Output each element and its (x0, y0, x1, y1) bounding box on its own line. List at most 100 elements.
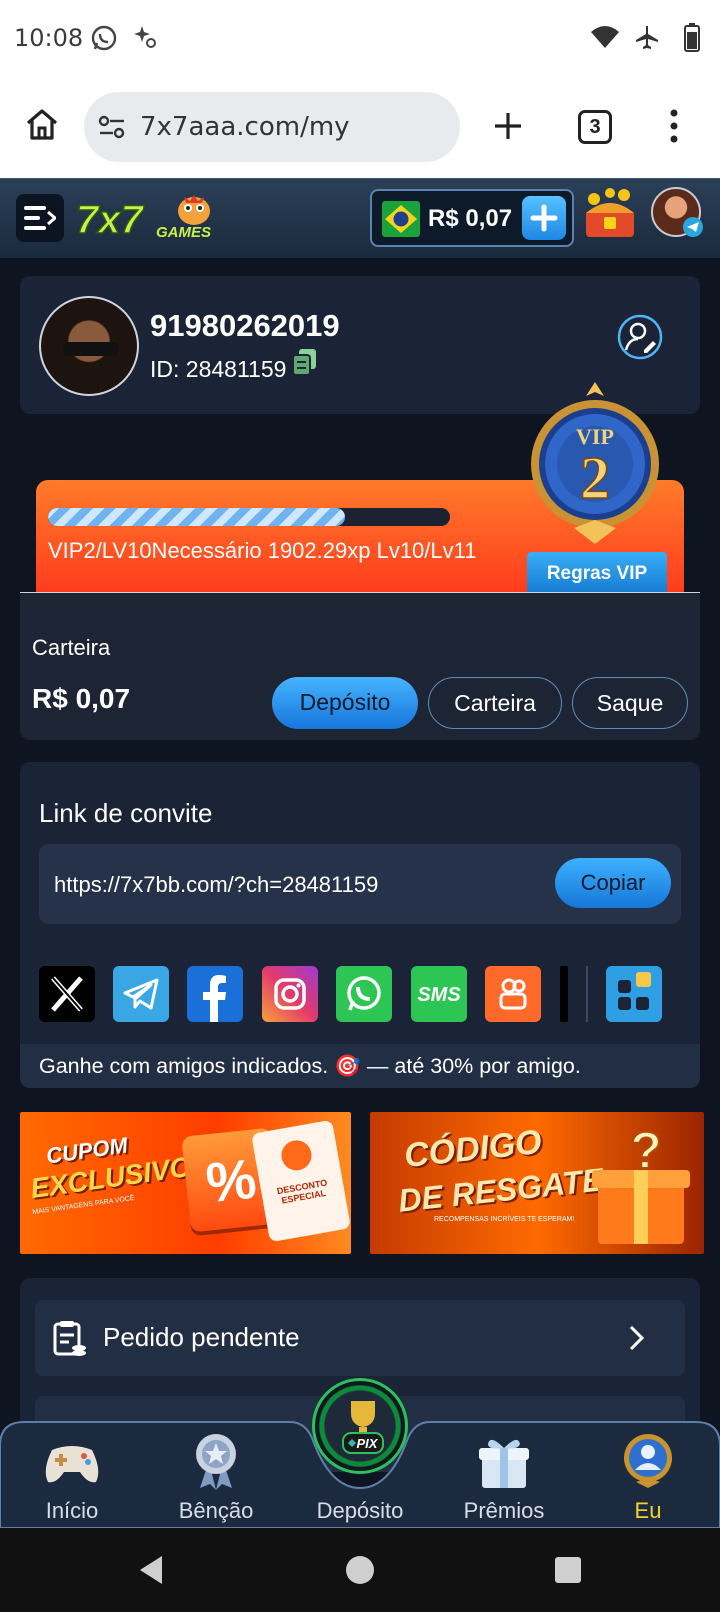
recents-icon[interactable] (554, 1556, 582, 1584)
pending-orders-icon (53, 1321, 86, 1356)
nav-deposit[interactable]: PIX Depósito (300, 1378, 420, 1528)
wallet-label: Carteira (32, 635, 111, 660)
share-hidden-button[interactable] (560, 966, 568, 1022)
share-instagram-button[interactable] (262, 966, 318, 1022)
more-options-icon[interactable] (668, 108, 680, 144)
invite-link-text[interactable]: https://7x7bb.com/?ch=28481159 (54, 872, 378, 898)
x-icon (51, 976, 83, 1012)
gift-box-icon: ? (592, 1121, 690, 1244)
home-circle-icon[interactable] (344, 1554, 376, 1586)
profile-crest-icon (624, 1434, 672, 1488)
kwai-icon (499, 978, 527, 1010)
user-avatar-small[interactable] (651, 187, 703, 237)
android-navigation-bar (0, 1528, 720, 1612)
share-more-button[interactable] (606, 966, 662, 1022)
profile-id-text: ID: 28481159 (150, 356, 287, 382)
facebook-icon (203, 975, 226, 1022)
nav-home-label: Início (45, 1498, 99, 1523)
sms-icon: SMS (417, 984, 461, 1006)
medal-icon (196, 1434, 236, 1490)
header-balance-amount: R$ 0,07 (428, 205, 513, 232)
site-header: 7x7 GAMES R$ 0,07 (0, 178, 720, 258)
share-divider (586, 966, 588, 1022)
svg-text:%: % (203, 1147, 259, 1215)
profile-avatar[interactable] (39, 296, 139, 396)
invite-note: Ganhe com amigos indicados. 🎯 — até 30% … (20, 1044, 700, 1088)
tab-switcher-button[interactable]: 3 (578, 110, 612, 144)
assistant-icon (134, 26, 156, 48)
treasure-chest-icon[interactable] (580, 183, 640, 243)
browser-toolbar: 7x7aaa.com/my 3 (0, 78, 720, 178)
wallet-section: Carteira R$ 0,07 Depósito Carteira Saque (20, 592, 700, 740)
header-deposit-button[interactable] (522, 196, 566, 240)
sms-label: SMS (417, 984, 461, 1006)
withdraw-button[interactable]: Saque (572, 677, 688, 729)
redeem-code-banner[interactable]: CÓDIGO DE RESGATE RECOMPENSAS INCRÍVEIS … (370, 1112, 704, 1254)
code-subtitle: RECOMPENSAS INCRÍVEIS TE ESPERAM! (434, 1216, 575, 1223)
sunglasses-shape (63, 342, 119, 356)
profile-username: 91980262019 (150, 308, 340, 343)
invite-section: Link de convite https://7x7bb.com/?ch=28… (20, 762, 700, 1088)
nav-home[interactable]: Início (12, 1418, 132, 1528)
gift-icon (479, 1439, 529, 1488)
deposit-button[interactable]: Depósito (272, 677, 418, 729)
back-icon[interactable] (136, 1554, 166, 1586)
plus-icon (530, 204, 558, 232)
site-settings-icon[interactable] (98, 114, 126, 140)
airplane-mode-icon (636, 26, 658, 49)
wallet-button[interactable]: Carteira (428, 677, 562, 729)
coupon-coin-icon (279, 1138, 314, 1173)
instagram-icon (274, 978, 306, 1010)
share-telegram-button[interactable] (113, 966, 169, 1022)
share-sms-button[interactable]: SMS (411, 966, 467, 1022)
hamburger-icon (24, 206, 56, 230)
wifi-icon (591, 26, 619, 48)
wallet-amount: R$ 0,07 (32, 683, 131, 714)
code-title-line1: CÓDIGO (402, 1122, 544, 1176)
gamepad-icon (45, 1446, 99, 1483)
bottom-navigation: Início Bênção PIX Depósito Prêmios Eu (0, 1378, 720, 1528)
pix-button[interactable]: PIX (312, 1378, 408, 1474)
whatsapp-icon (347, 976, 381, 1011)
site-logo[interactable]: 7x7 GAMES (76, 191, 228, 247)
nav-blessing-label: Bênção (178, 1498, 254, 1523)
copy-link-button[interactable]: Copiar (555, 858, 671, 908)
nav-blessing[interactable]: Bênção (156, 1418, 276, 1528)
share-facebook-button[interactable] (187, 966, 243, 1022)
profile-id: ID: 28481159 (150, 356, 286, 383)
pix-trophy-icon: PIX (342, 1401, 384, 1454)
edit-profile-icon[interactable] (617, 314, 663, 360)
vip-progress-fill (48, 508, 346, 526)
url-text[interactable]: 7x7aaa.com/my (140, 112, 350, 142)
vip-badge-level: 2 (580, 445, 610, 511)
menu-button[interactable] (16, 194, 64, 242)
share-kwai-button[interactable] (485, 966, 541, 1022)
svg-text:GAMES: GAMES (156, 224, 211, 241)
copy-id-icon[interactable] (292, 348, 318, 376)
address-bar[interactable]: 7x7aaa.com/my (84, 92, 460, 162)
status-time: 10:08 (14, 24, 84, 52)
nav-me-label: Eu (634, 1498, 662, 1523)
share-whatsapp-button[interactable] (336, 966, 392, 1022)
share-x-button[interactable] (39, 966, 95, 1022)
home-icon[interactable] (24, 106, 60, 142)
vip-progress-text: VIP2/LV10Necessário 1902.29xp Lv10/Lv11 (48, 538, 477, 563)
whatsapp-notification-icon (91, 25, 117, 51)
pending-order-label: Pedido pendente (103, 1322, 300, 1352)
status-bar: 10:08 (0, 0, 720, 78)
vip-rules-button[interactable]: Regras VIP (527, 552, 667, 596)
invite-note-text: Ganhe com amigos indicados. 🎯 — até 30% … (39, 1054, 581, 1078)
pix-label: PIX (357, 1436, 379, 1451)
brazil-flag-icon (382, 201, 420, 237)
header-balance[interactable]: R$ 0,07 (370, 189, 574, 247)
nav-prizes[interactable]: Prêmios (444, 1418, 564, 1528)
pending-order-item[interactable]: Pedido pendente (35, 1300, 685, 1376)
svg-text:?: ? (630, 1122, 662, 1180)
invite-title: Link de convite (39, 798, 213, 828)
vip-progress-bar (48, 508, 450, 526)
nav-me[interactable]: Eu (588, 1418, 708, 1528)
exclusive-coupon-banner[interactable]: CUPOM EXCLUSIVO MAIS VANTAGENS PARA VOCÊ… (20, 1112, 351, 1254)
coupon-ticket-text: DESCONTO ESPECIAL (276, 1177, 328, 1206)
new-tab-icon[interactable] (492, 110, 524, 142)
more-apps-icon (618, 972, 651, 1010)
